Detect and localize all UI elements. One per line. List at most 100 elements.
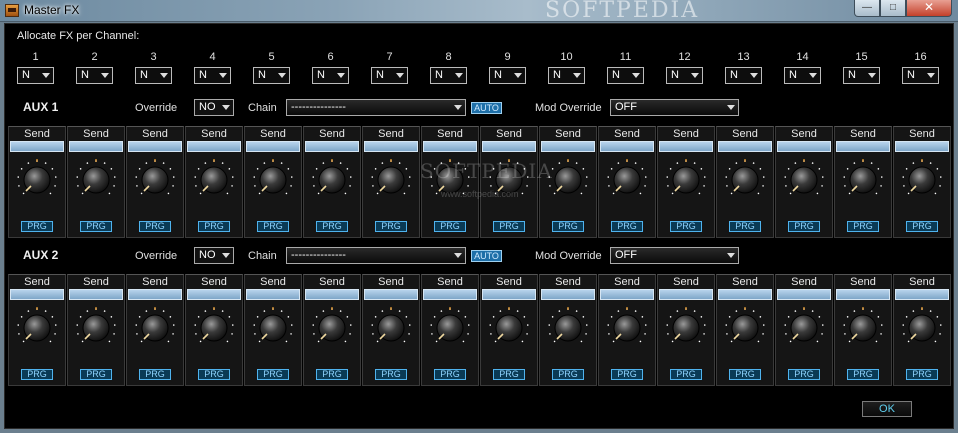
send-level-bar[interactable] <box>718 289 772 300</box>
send-level-bar[interactable] <box>777 141 831 152</box>
send-knob[interactable] <box>841 305 885 349</box>
prg-button[interactable]: PRG <box>906 369 938 380</box>
prg-button[interactable]: PRG <box>80 369 112 380</box>
channel-fx-select[interactable]: N <box>548 67 585 84</box>
send-knob[interactable] <box>841 157 885 201</box>
prg-button[interactable]: PRG <box>493 221 525 232</box>
prg-button[interactable]: PRG <box>493 369 525 380</box>
mod-override-select[interactable]: OFF <box>610 247 739 264</box>
prg-button[interactable]: PRG <box>316 221 348 232</box>
send-level-bar[interactable] <box>541 289 595 300</box>
send-knob[interactable] <box>487 305 531 349</box>
channel-fx-select[interactable]: N <box>312 67 349 84</box>
prg-button[interactable]: PRG <box>611 369 643 380</box>
send-level-bar[interactable] <box>10 141 64 152</box>
minimize-button[interactable]: — <box>854 0 880 17</box>
prg-button[interactable]: PRG <box>375 369 407 380</box>
prg-button[interactable]: PRG <box>21 369 53 380</box>
send-knob[interactable] <box>310 157 354 201</box>
send-knob[interactable] <box>782 157 826 201</box>
send-knob[interactable] <box>900 157 944 201</box>
send-knob[interactable] <box>723 305 767 349</box>
send-level-bar[interactable] <box>659 141 713 152</box>
send-level-bar[interactable] <box>836 289 890 300</box>
prg-button[interactable]: PRG <box>198 221 230 232</box>
send-level-bar[interactable] <box>10 289 64 300</box>
prg-button[interactable]: PRG <box>434 369 466 380</box>
prg-button[interactable]: PRG <box>552 369 584 380</box>
channel-fx-select[interactable]: N <box>17 67 54 84</box>
override-select[interactable]: NO <box>194 99 234 116</box>
send-level-bar[interactable] <box>128 289 182 300</box>
prg-button[interactable]: PRG <box>788 221 820 232</box>
prg-button[interactable]: PRG <box>611 221 643 232</box>
channel-fx-select[interactable]: N <box>194 67 231 84</box>
send-knob[interactable] <box>133 305 177 349</box>
send-level-bar[interactable] <box>895 141 949 152</box>
send-level-bar[interactable] <box>659 289 713 300</box>
send-level-bar[interactable] <box>187 141 241 152</box>
send-level-bar[interactable] <box>128 141 182 152</box>
send-knob[interactable] <box>192 305 236 349</box>
send-knob[interactable] <box>74 157 118 201</box>
prg-button[interactable]: PRG <box>257 369 289 380</box>
send-knob[interactable] <box>723 157 767 201</box>
prg-button[interactable]: PRG <box>139 369 171 380</box>
send-level-bar[interactable] <box>69 141 123 152</box>
prg-button[interactable]: PRG <box>847 369 879 380</box>
prg-button[interactable]: PRG <box>316 369 348 380</box>
channel-fx-select[interactable]: N <box>135 67 172 84</box>
chain-select[interactable]: --------------- <box>286 99 466 116</box>
channel-fx-select[interactable]: N <box>430 67 467 84</box>
send-knob[interactable] <box>546 305 590 349</box>
override-select[interactable]: NO <box>194 247 234 264</box>
auto-button[interactable]: AUTO <box>471 250 502 262</box>
send-knob[interactable] <box>900 305 944 349</box>
send-level-bar[interactable] <box>482 289 536 300</box>
channel-fx-select[interactable]: N <box>725 67 762 84</box>
send-level-bar[interactable] <box>600 141 654 152</box>
prg-button[interactable]: PRG <box>257 221 289 232</box>
prg-button[interactable]: PRG <box>198 369 230 380</box>
ok-button[interactable]: OK <box>862 401 912 417</box>
maximize-button[interactable]: □ <box>880 0 906 17</box>
prg-button[interactable]: PRG <box>847 221 879 232</box>
send-level-bar[interactable] <box>895 289 949 300</box>
chain-select[interactable]: --------------- <box>286 247 466 264</box>
prg-button[interactable]: PRG <box>788 369 820 380</box>
send-knob[interactable] <box>605 305 649 349</box>
channel-fx-select[interactable]: N <box>843 67 880 84</box>
close-button[interactable]: ✕ <box>906 0 952 17</box>
send-knob[interactable] <box>428 305 472 349</box>
send-knob[interactable] <box>74 305 118 349</box>
send-level-bar[interactable] <box>246 141 300 152</box>
send-knob[interactable] <box>133 157 177 201</box>
channel-fx-select[interactable]: N <box>902 67 939 84</box>
auto-button[interactable]: AUTO <box>471 102 502 114</box>
prg-button[interactable]: PRG <box>670 221 702 232</box>
send-level-bar[interactable] <box>69 289 123 300</box>
send-knob[interactable] <box>369 157 413 201</box>
send-knob[interactable] <box>664 157 708 201</box>
channel-fx-select[interactable]: N <box>253 67 290 84</box>
send-knob[interactable] <box>369 305 413 349</box>
send-level-bar[interactable] <box>600 289 654 300</box>
send-knob[interactable] <box>310 305 354 349</box>
send-level-bar[interactable] <box>423 141 477 152</box>
send-knob[interactable] <box>192 157 236 201</box>
send-level-bar[interactable] <box>364 141 418 152</box>
send-level-bar[interactable] <box>423 289 477 300</box>
prg-button[interactable]: PRG <box>906 221 938 232</box>
send-level-bar[interactable] <box>836 141 890 152</box>
send-level-bar[interactable] <box>364 289 418 300</box>
prg-button[interactable]: PRG <box>670 369 702 380</box>
prg-button[interactable]: PRG <box>729 369 761 380</box>
send-knob[interactable] <box>782 305 826 349</box>
send-level-bar[interactable] <box>187 289 241 300</box>
prg-button[interactable]: PRG <box>80 221 112 232</box>
prg-button[interactable]: PRG <box>139 221 171 232</box>
send-knob[interactable] <box>251 157 295 201</box>
send-knob[interactable] <box>251 305 295 349</box>
prg-button[interactable]: PRG <box>552 221 584 232</box>
prg-button[interactable]: PRG <box>729 221 761 232</box>
